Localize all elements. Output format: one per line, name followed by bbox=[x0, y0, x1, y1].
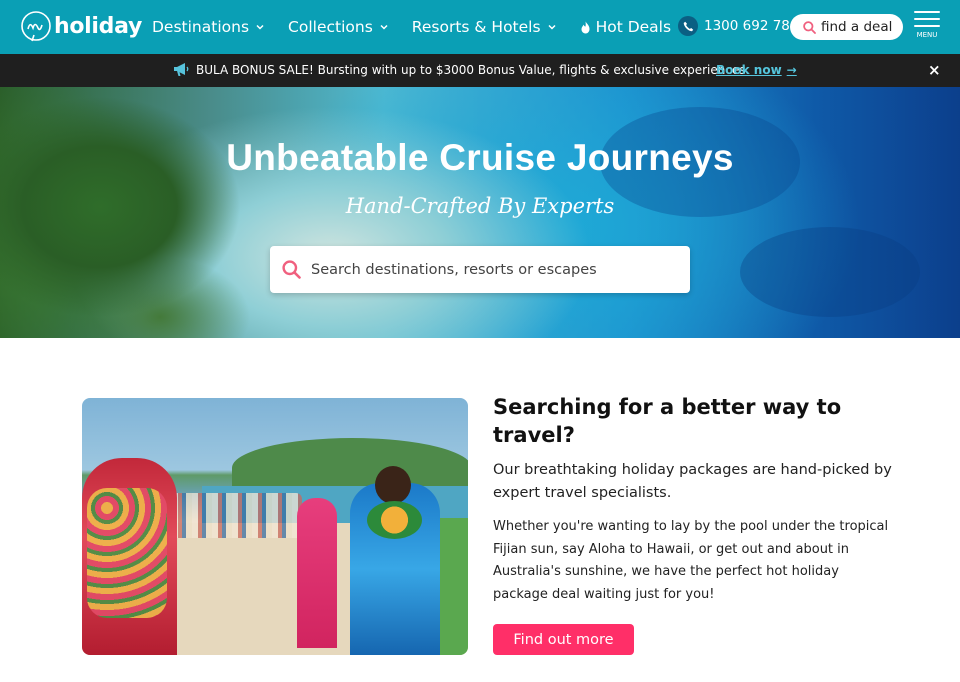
photo-person-head bbox=[375, 466, 411, 504]
menu-label: MENU bbox=[916, 31, 938, 39]
arrow-right-icon: → bbox=[786, 63, 797, 77]
search-icon bbox=[803, 20, 816, 34]
search-icon bbox=[282, 260, 301, 279]
hamburger-menu-button[interactable]: MENU bbox=[914, 11, 940, 43]
nav-item-hot-deals[interactable]: Hot Deals bbox=[580, 18, 672, 36]
hero-title: Unbeatable Cruise Journeys bbox=[226, 137, 734, 178]
photo-group-of-travellers bbox=[172, 493, 302, 538]
chevron-down-icon bbox=[256, 24, 264, 30]
intro-heading: Searching for a better way to travel? bbox=[493, 395, 842, 447]
book-now-link[interactable]: Book now → bbox=[716, 63, 797, 77]
photo-flower-lei bbox=[87, 488, 167, 618]
hero-subtitle: Hand-Crafted By Experts bbox=[345, 194, 615, 218]
nav-item-collections[interactable]: Collections bbox=[288, 18, 389, 36]
intro-lead: Our breathtaking holiday packages are ha… bbox=[493, 462, 892, 501]
promo-text: BULA BONUS SALE! Bursting with up to $30… bbox=[196, 62, 750, 77]
logo-mark-icon bbox=[21, 11, 51, 42]
find-a-deal-label: find a deal bbox=[821, 19, 893, 35]
hamburger-icon-bar bbox=[914, 18, 940, 20]
chevron-down-icon bbox=[380, 24, 388, 30]
logo-text: holiday bbox=[54, 13, 143, 39]
hero-background-reef bbox=[740, 227, 920, 317]
top-navigation: holiday Destinations Collections Resorts… bbox=[0, 0, 960, 54]
hero-search-bar[interactable] bbox=[270, 246, 690, 293]
find-a-deal-button[interactable]: find a deal bbox=[790, 14, 903, 40]
nav-item-destinations[interactable]: Destinations bbox=[152, 18, 265, 36]
hero-banner: Unbeatable Cruise Journeys Hand-Crafted … bbox=[0, 87, 960, 338]
photo-person bbox=[437, 518, 468, 655]
phone-link[interactable]: 1300 692 784 bbox=[678, 16, 798, 36]
photo-person bbox=[297, 498, 337, 648]
nav-item-label: Hot Deals bbox=[595, 18, 672, 36]
nav-item-resorts-hotels[interactable]: Resorts & Hotels bbox=[412, 18, 557, 36]
fiji-beach-welcome-photo bbox=[82, 398, 468, 655]
photo-flower-lei bbox=[367, 501, 422, 539]
close-icon[interactable]: × bbox=[928, 61, 941, 79]
hamburger-icon bbox=[914, 11, 940, 13]
myholiday-logo[interactable]: holiday bbox=[20, 9, 142, 43]
hamburger-icon-bar bbox=[914, 25, 940, 27]
nav-item-label: Collections bbox=[288, 18, 373, 36]
flame-icon bbox=[581, 21, 590, 33]
promo-message: BULA BONUS SALE! Bursting with up to $30… bbox=[173, 62, 749, 77]
megaphone-icon bbox=[174, 63, 189, 76]
intro-body: Whether you're wanting to lay by the poo… bbox=[493, 519, 889, 602]
nav-item-label: Resorts & Hotels bbox=[411, 18, 541, 36]
search-input[interactable] bbox=[311, 261, 671, 278]
book-now-label: Book now bbox=[716, 63, 782, 77]
nav-item-label: Destinations bbox=[152, 18, 250, 36]
find-out-more-button[interactable]: Find out more bbox=[493, 624, 634, 655]
main-menu: Destinations Collections Resorts & Hotel… bbox=[152, 0, 694, 54]
chevron-down-icon bbox=[548, 24, 556, 30]
phone-number: 1300 692 784 bbox=[704, 18, 799, 34]
phone-icon bbox=[678, 16, 698, 36]
promo-banner: BULA BONUS SALE! Bursting with up to $30… bbox=[0, 54, 960, 87]
